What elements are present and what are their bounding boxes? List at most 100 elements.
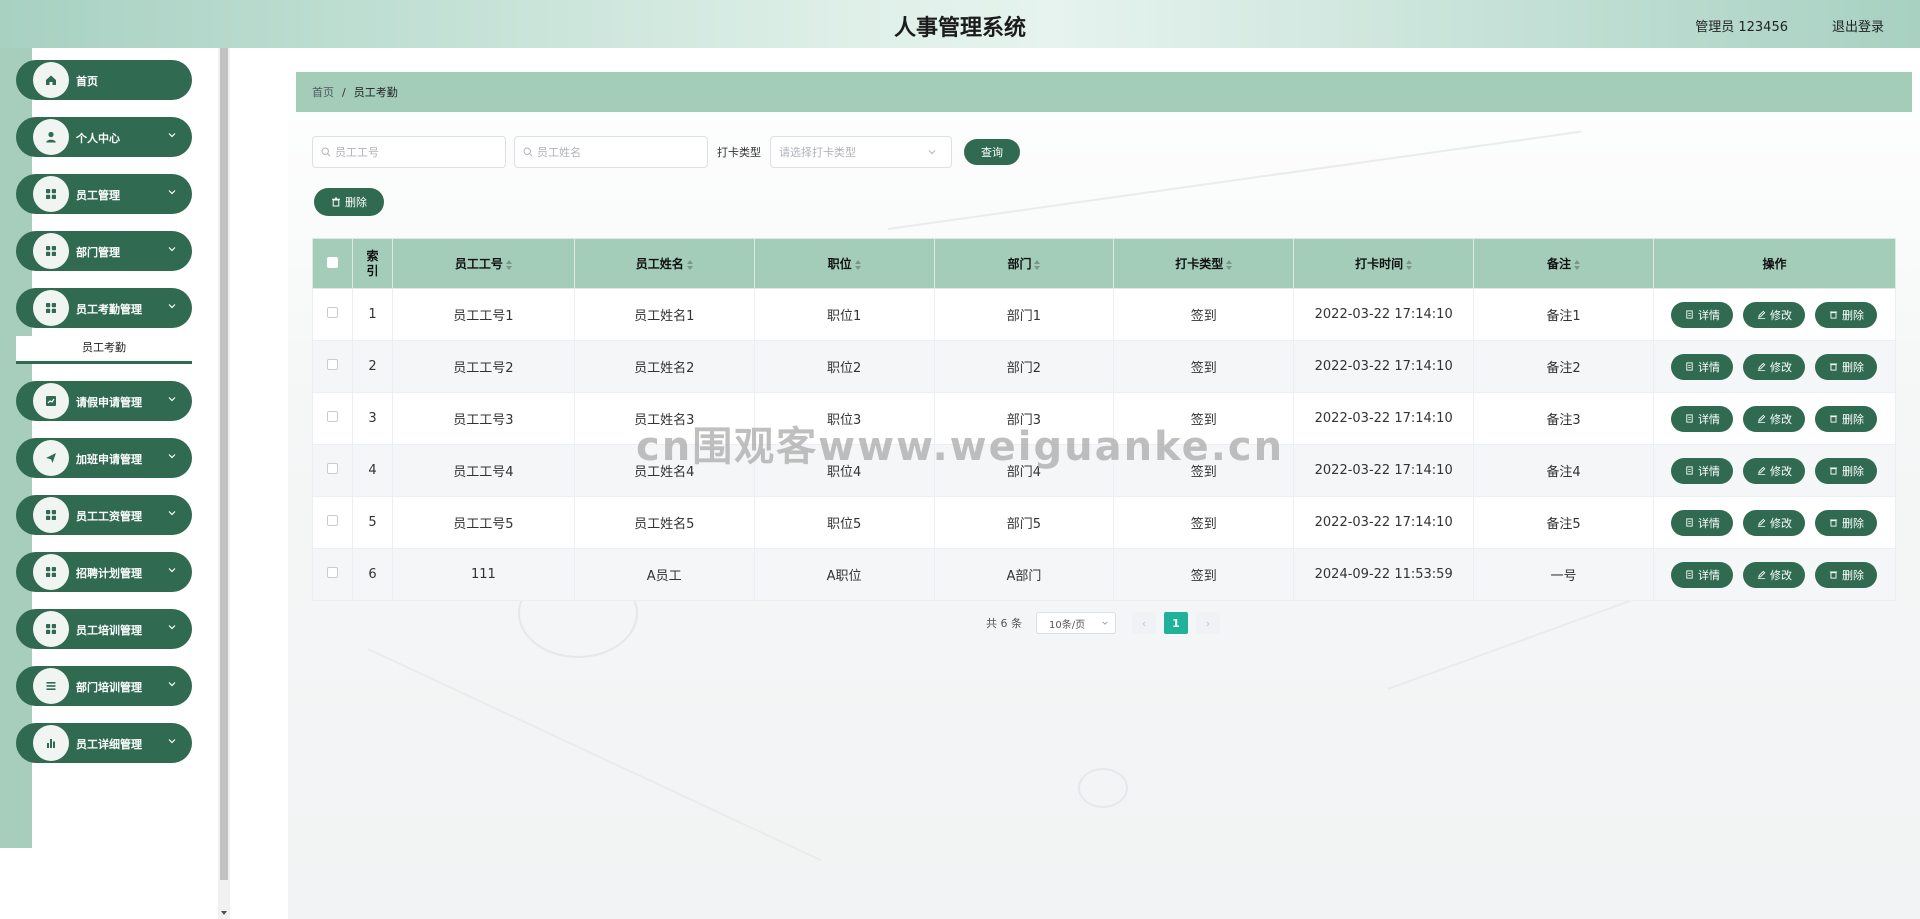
sidebar-item-11[interactable]: 员工详细管理 xyxy=(16,723,192,763)
detail-button[interactable]: 详情 xyxy=(1671,405,1734,432)
sort-icon[interactable] xyxy=(1406,259,1413,270)
sidebar-menu: 首页个人中心员工管理部门管理员工考勤管理员工考勤请假申请管理 加班申请管理 员工工资… xyxy=(16,60,192,780)
sort-icon[interactable] xyxy=(1226,259,1233,270)
detail-button[interactable]: 详情 xyxy=(1671,509,1734,536)
sidebar-item-5[interactable]: 请假申请管理 xyxy=(16,381,192,421)
grid-icon xyxy=(33,233,69,269)
row-checkbox[interactable] xyxy=(326,567,338,578)
row-checkbox[interactable] xyxy=(326,307,338,318)
edit-icon xyxy=(1757,570,1766,579)
table-cell: 部门3 xyxy=(933,392,1115,445)
table-cell: 1 xyxy=(351,288,393,341)
sidebar-item-9[interactable]: 员工培训管理 xyxy=(16,609,192,649)
document-icon xyxy=(1686,310,1693,319)
breadcrumb-current: 员工考勤 xyxy=(353,86,398,99)
current-user: 管理员 123456 xyxy=(1695,20,1788,35)
sort-icon[interactable] xyxy=(854,259,861,270)
row-select-cell xyxy=(312,548,353,601)
query-button[interactable]: 查询 xyxy=(964,139,1020,165)
table-cell: 6 xyxy=(351,548,393,601)
row-checkbox[interactable] xyxy=(326,463,338,474)
page-size-value: 10条/页 xyxy=(1049,619,1086,631)
delete-button[interactable]: 删除 xyxy=(1815,301,1878,328)
row-checkbox[interactable] xyxy=(326,515,338,526)
employee-name-input[interactable]: 员工姓名 xyxy=(514,136,708,168)
scroll-down-arrow-icon[interactable] xyxy=(221,911,227,915)
sort-icon[interactable] xyxy=(505,259,512,270)
column-header: 部门 xyxy=(933,238,1115,289)
user-icon xyxy=(33,119,69,155)
column-header: 打卡时间 xyxy=(1293,238,1475,289)
sort-icon[interactable] xyxy=(1034,259,1041,270)
detail-label: 详情 xyxy=(1697,412,1720,426)
table-cell: 职位1 xyxy=(753,288,935,341)
delete-button[interactable]: 删除 xyxy=(1815,509,1878,536)
grid-icon xyxy=(33,611,69,647)
sort-icon[interactable] xyxy=(1574,259,1581,270)
sidebar-item-3[interactable]: 部门管理 xyxy=(16,231,192,271)
send-icon xyxy=(33,440,69,476)
sidebar-scrollbar[interactable] xyxy=(218,48,230,919)
chevron-down-icon xyxy=(168,304,176,309)
document-icon xyxy=(1686,362,1693,371)
sidebar-item-label: 个人中心 xyxy=(76,132,120,145)
next-page-button[interactable]: › xyxy=(1196,612,1220,634)
sidebar-item-10[interactable]: 部门培训管理 xyxy=(16,666,192,706)
delete-button[interactable]: 删除 xyxy=(1815,561,1878,588)
row-select-cell xyxy=(312,444,353,497)
sidebar-item-1[interactable]: 个人中心 xyxy=(16,117,192,157)
edit-button[interactable]: 修改 xyxy=(1743,405,1806,432)
detail-button[interactable]: 详情 xyxy=(1671,561,1734,588)
sidebar-item-label: 首页 xyxy=(76,75,98,88)
table-cell: 2022-03-22 17:14:10 xyxy=(1293,496,1475,549)
edit-button[interactable]: 修改 xyxy=(1743,509,1806,536)
sidebar-item-6[interactable]: 加班申请管理 xyxy=(16,438,192,478)
sidebar-item-4[interactable]: 员工考勤管理 xyxy=(16,288,192,328)
row-actions: 详情 修改 删除 xyxy=(1652,496,1897,549)
select-all-checkbox[interactable] xyxy=(326,256,338,268)
table-cell: 2 xyxy=(351,340,393,393)
select-all-cell xyxy=(312,238,353,289)
decor-line xyxy=(367,648,822,862)
employee-number-input[interactable]: 员工工号 xyxy=(312,136,506,168)
sidebar-item-label: 员工培训管理 xyxy=(76,624,142,637)
sidebar-item-0[interactable]: 首页 xyxy=(16,60,192,100)
sidebar-item-7[interactable]: 员工工资管理 xyxy=(16,495,192,535)
edit-button[interactable]: 修改 xyxy=(1743,301,1806,328)
delete-button[interactable]: 删除 xyxy=(1815,353,1878,380)
row-checkbox[interactable] xyxy=(326,359,338,370)
logout-link[interactable]: 退出登录 xyxy=(1832,16,1884,35)
punch-type-select[interactable]: 请选择打卡类型 xyxy=(770,136,952,168)
column-header-label: 职位 xyxy=(827,257,852,271)
scrollbar-thumb[interactable] xyxy=(220,48,228,880)
prev-page-button[interactable]: ‹ xyxy=(1132,612,1156,634)
sidebar-item-label: 员工详细管理 xyxy=(76,738,142,751)
column-header: 索引 xyxy=(351,238,393,289)
top-header: 人事管理系统 管理员 123456 退出登录 xyxy=(0,0,1920,48)
row-checkbox[interactable] xyxy=(326,411,338,422)
batch-delete-button[interactable]: 删除 xyxy=(314,188,384,216)
trash-icon xyxy=(1829,467,1838,475)
page-1-button[interactable]: 1 xyxy=(1164,612,1188,634)
delete-label: 删除 xyxy=(1841,412,1864,426)
delete-button[interactable]: 删除 xyxy=(1815,457,1878,484)
edit-button[interactable]: 修改 xyxy=(1743,561,1806,588)
detail-button[interactable]: 详情 xyxy=(1671,301,1734,328)
document-icon xyxy=(1686,518,1693,527)
delete-button[interactable]: 删除 xyxy=(1815,405,1878,432)
table-cell: 签到 xyxy=(1113,496,1295,549)
detail-button[interactable]: 详情 xyxy=(1671,457,1734,484)
sidebar-item-2[interactable]: 员工管理 xyxy=(16,174,192,214)
detail-button[interactable]: 详情 xyxy=(1671,353,1734,380)
sort-icon[interactable] xyxy=(686,259,693,270)
edit-button[interactable]: 修改 xyxy=(1743,457,1806,484)
page-size-select[interactable]: 10条/页 xyxy=(1036,612,1116,634)
breadcrumb-home[interactable]: 首页 xyxy=(312,84,334,100)
grid-icon xyxy=(33,176,69,212)
table-cell: 员工姓名1 xyxy=(573,288,755,341)
edit-label: 修改 xyxy=(1769,568,1792,582)
row-select-cell xyxy=(312,340,353,393)
sidebar-item-8[interactable]: 招聘计划管理 xyxy=(16,552,192,592)
sidebar-subitem-attendance[interactable]: 员工考勤 xyxy=(16,336,192,364)
edit-button[interactable]: 修改 xyxy=(1743,353,1806,380)
